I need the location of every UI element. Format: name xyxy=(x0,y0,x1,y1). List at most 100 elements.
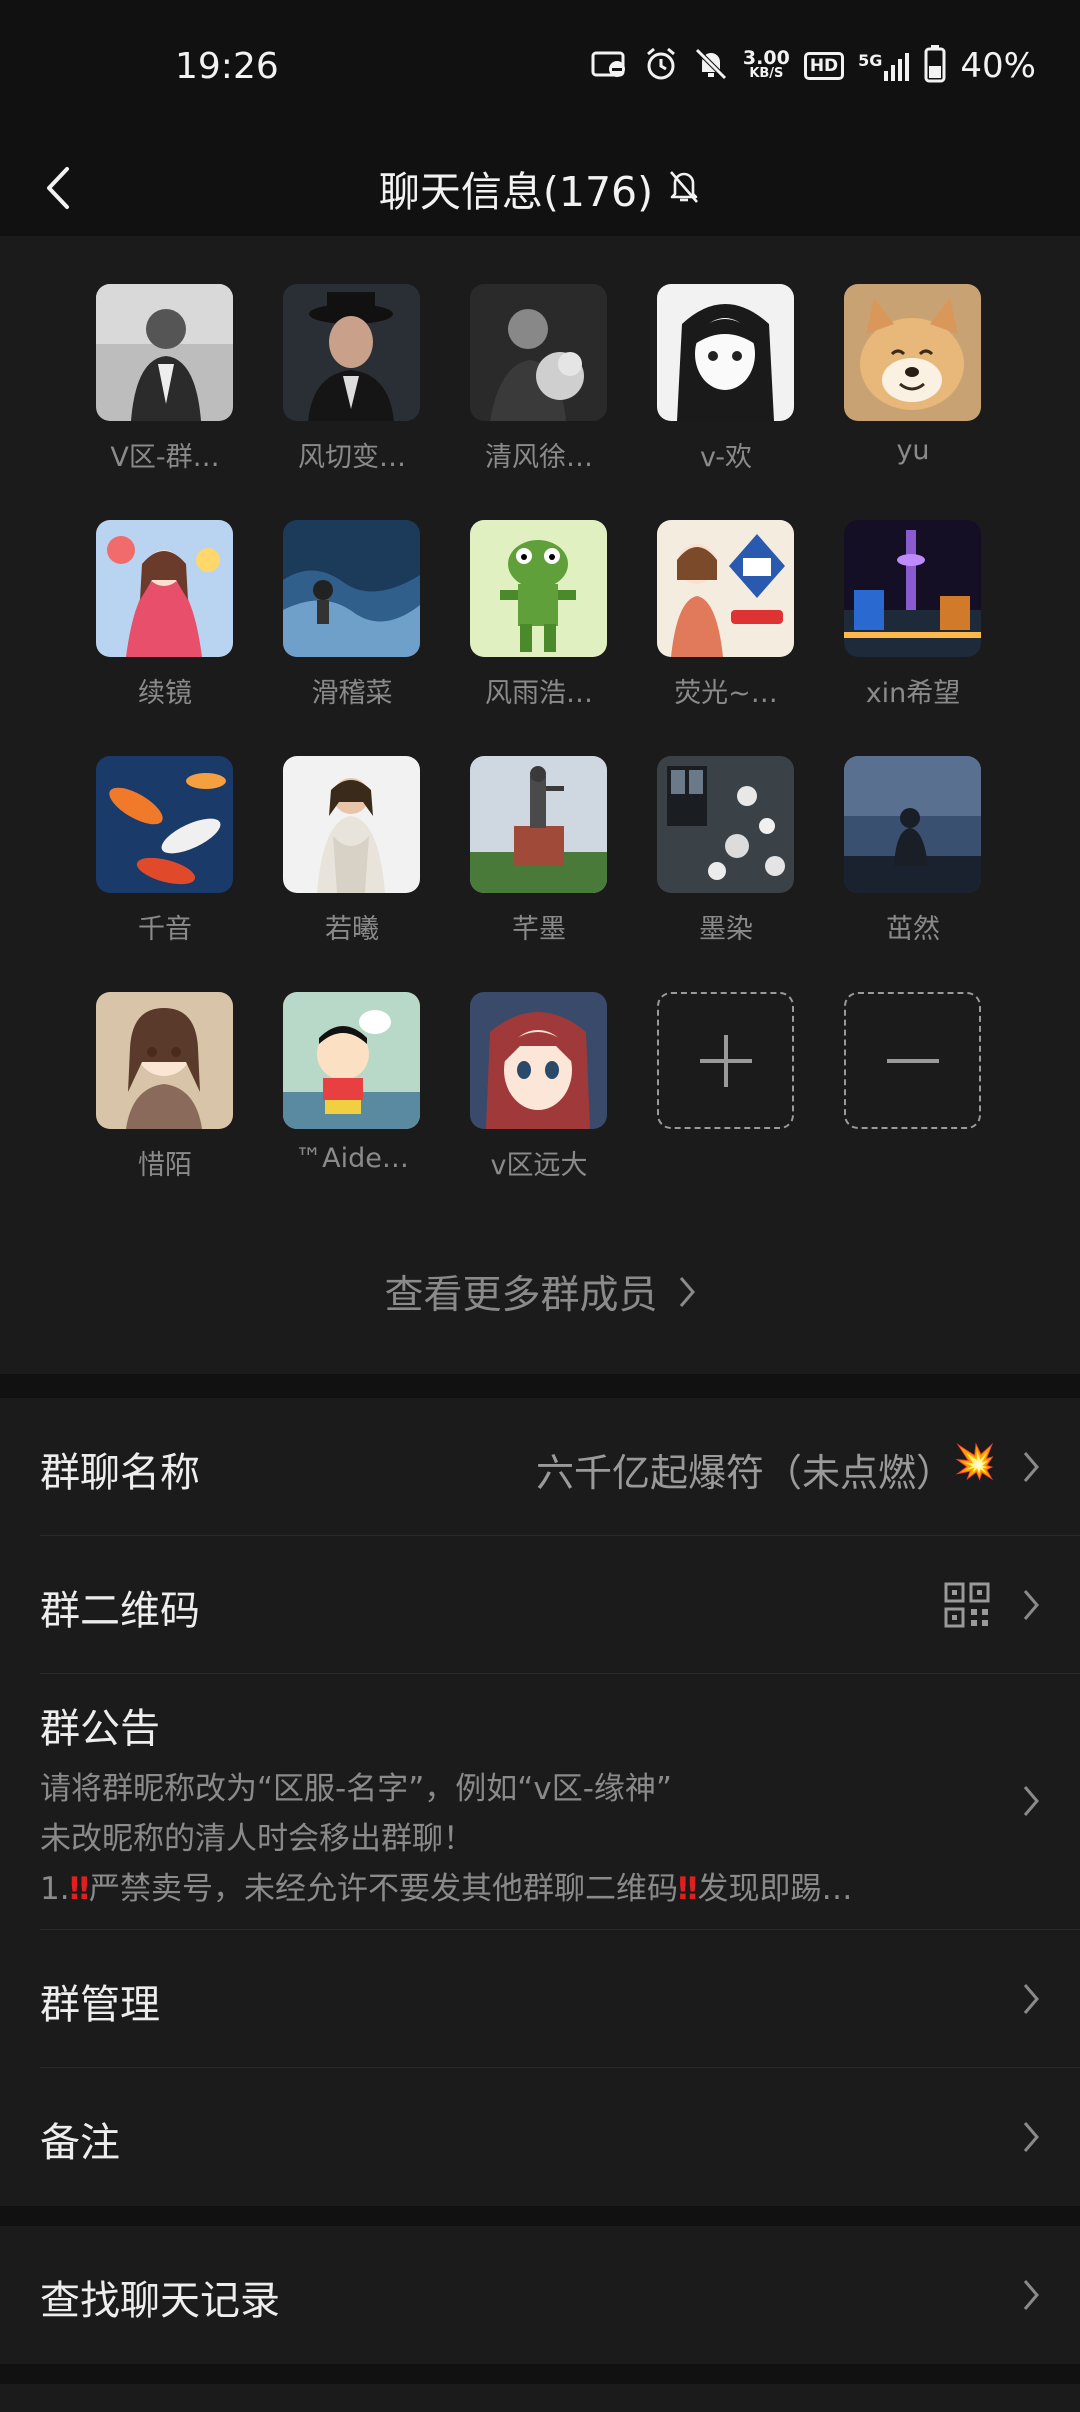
members-panel: V区-群… 风切变… 清风徐… v-欢 yu 续镜 滑稽菜 风雨浩… 荧光~… … xyxy=(0,236,1080,1374)
battery-icon xyxy=(924,45,946,87)
signal-bars-icon xyxy=(884,53,910,81)
member-name: 墨染 xyxy=(699,914,753,945)
member-item[interactable]: 续镜 xyxy=(96,520,233,710)
group-notice-row[interactable]: 群公告 请将群昵称改为“区服-名字”，例如“v区-缘神” 未改昵称的清人时会移出… xyxy=(0,1674,1080,1930)
remove-member-button[interactable] xyxy=(844,992,981,1129)
member-item[interactable]: 墨染 xyxy=(657,756,794,946)
page-title: 聊天信息(176) xyxy=(378,168,654,216)
group-qr-row[interactable]: 群二维码 xyxy=(0,1536,1080,1674)
warning-mark: ‼ xyxy=(69,1871,90,1907)
member-avatar xyxy=(283,992,420,1129)
member-item[interactable]: ™Aide… xyxy=(283,992,420,1174)
member-name: 风雨浩… xyxy=(485,678,593,709)
notice-line: 1.‼严禁卖号，未经允许不要发其他群聊二维码‼发现即踢… xyxy=(40,1871,853,1907)
mute-icon xyxy=(693,46,729,86)
member-avatar xyxy=(657,284,794,421)
net-speed: 3.00 KB/S xyxy=(742,47,790,82)
chevron-right-icon xyxy=(1023,1452,1039,1482)
member-name: V区-群… xyxy=(110,442,220,473)
member-avatar xyxy=(96,520,233,657)
member-item[interactable]: 茁然 xyxy=(844,756,981,946)
member-name: 滑稽菜 xyxy=(311,678,393,709)
view-more-members-link[interactable]: 查看更多群成员 xyxy=(0,1262,1080,1322)
alarm-icon xyxy=(643,46,679,86)
warning-mark: ‼ xyxy=(678,1871,698,1907)
member-avatar xyxy=(844,756,981,893)
member-item[interactable]: 清风徐… xyxy=(470,284,607,474)
member-avatar xyxy=(96,992,233,1129)
member-item[interactable]: 荧光~… xyxy=(657,520,794,710)
member-item[interactable]: xin希望 xyxy=(844,520,981,710)
status-bar: 19:26 3.00 KB/S HD 5G 40% xyxy=(0,0,1080,140)
member-item[interactable]: 千音 xyxy=(96,756,233,946)
chevron-right-icon xyxy=(1023,1590,1039,1620)
member-name: 清风徐… xyxy=(485,442,593,473)
member-avatar xyxy=(96,756,233,893)
group-manage-label: 群管理 xyxy=(40,1982,160,2028)
explosion-emoji: 💥 xyxy=(953,1442,996,1482)
member-name: ™Aide… xyxy=(295,1143,409,1174)
chevron-right-icon xyxy=(1023,1786,1039,1816)
member-name: 千音 xyxy=(138,914,192,945)
group-name-row[interactable]: 群聊名称 六千亿起爆符（未点燃） 💥 xyxy=(0,1398,1080,1536)
battery-level: 40% xyxy=(960,46,1036,86)
status-icons: 3.00 KB/S HD 5G 40% xyxy=(591,44,1036,88)
member-avatar xyxy=(283,520,420,657)
member-avatar xyxy=(470,992,607,1129)
screen-cast-icon xyxy=(591,49,629,83)
member-name: yu xyxy=(896,435,930,466)
view-more-label: 查看更多群成员 xyxy=(384,1273,658,1318)
signal-5g: 5G xyxy=(858,51,910,81)
mute-bell-icon xyxy=(667,168,701,208)
minus-icon xyxy=(886,1058,939,1063)
member-item[interactable]: v-欢 xyxy=(657,284,794,474)
member-avatar xyxy=(657,756,794,893)
member-name: xin希望 xyxy=(865,678,961,709)
group-settings-section: 群聊名称 六千亿起爆符（未点燃） 💥 群二维码 群公告 请将群昵称改为“区服-名… xyxy=(0,1398,1080,2206)
member-avatar xyxy=(470,520,607,657)
notice-line: 未改昵称的清人时会移出群聊！ xyxy=(40,1821,474,1857)
group-qr-label: 群二维码 xyxy=(40,1588,200,1634)
member-item[interactable]: v区远大 xyxy=(470,992,607,1182)
member-avatar xyxy=(283,756,420,893)
member-item[interactable]: V区-群… xyxy=(96,284,233,474)
hd-badge: HD xyxy=(803,52,845,80)
chevron-right-icon xyxy=(1023,2122,1039,2152)
member-avatar xyxy=(470,756,607,893)
member-item[interactable]: 惜陌 xyxy=(96,992,233,1182)
group-notice-label: 群公告 xyxy=(40,1706,160,1752)
member-name: 惜陌 xyxy=(138,1150,192,1181)
member-name: 续镜 xyxy=(138,678,192,709)
member-avatar xyxy=(844,284,981,421)
group-name-label: 群聊名称 xyxy=(40,1450,200,1496)
group-name-value: 六千亿起爆符（未点燃） xyxy=(535,1451,954,1495)
notice-line: 请将群昵称改为“区服-名字”，例如“v区-缘神” xyxy=(40,1771,672,1807)
member-name: v-欢 xyxy=(700,442,752,473)
member-item[interactable]: 风雨浩… xyxy=(470,520,607,710)
group-manage-row[interactable]: 群管理 xyxy=(0,1930,1080,2068)
member-item[interactable]: yu xyxy=(844,284,981,466)
member-avatar xyxy=(470,284,607,421)
member-name: 风切变… xyxy=(298,442,406,473)
member-item[interactable]: 芊墨 xyxy=(470,756,607,946)
member-name: 荧光~… xyxy=(674,678,778,709)
member-name: 芊墨 xyxy=(512,914,566,945)
member-item[interactable]: 风切变… xyxy=(283,284,420,474)
qr-code-icon xyxy=(944,1582,990,1628)
chevron-right-icon xyxy=(1023,2280,1039,2310)
member-avatar xyxy=(844,520,981,657)
search-section: 查找聊天记录 xyxy=(0,2226,1080,2364)
next-section-edge xyxy=(0,2384,1080,2412)
member-avatar xyxy=(96,284,233,421)
member-item[interactable]: 若曦 xyxy=(283,756,420,946)
remark-row[interactable]: 备注 xyxy=(0,2068,1080,2206)
search-history-row[interactable]: 查找聊天记录 xyxy=(0,2226,1080,2364)
member-avatar xyxy=(283,284,420,421)
chevron-right-icon xyxy=(679,1277,695,1307)
member-name: 若曦 xyxy=(325,914,379,945)
search-history-label: 查找聊天记录 xyxy=(40,2278,280,2324)
member-item[interactable]: 滑稽菜 xyxy=(283,520,420,710)
status-time: 19:26 xyxy=(175,46,279,87)
add-member-button[interactable] xyxy=(657,992,794,1129)
remark-label: 备注 xyxy=(40,2120,120,2166)
